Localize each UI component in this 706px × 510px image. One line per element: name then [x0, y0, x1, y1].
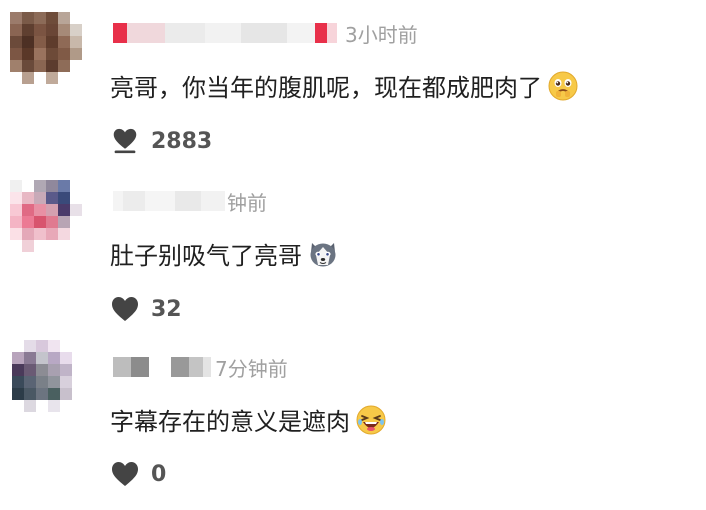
comment-time: 3小时前	[345, 22, 418, 47]
laughing-face-emoji	[356, 405, 386, 434]
comment-header: 钟前	[113, 186, 267, 216]
heart-icon	[112, 297, 138, 321]
like-button[interactable]: 2883	[111, 128, 212, 154]
blurred-username[interactable]	[113, 355, 211, 379]
like-button[interactable]: 0	[111, 461, 166, 487]
comment-text-body: 字幕存在的意义是遮肉	[110, 408, 350, 436]
like-count: 2883	[151, 128, 213, 154]
like-count: 32	[151, 296, 182, 322]
comment-text: 字幕存在的意义是遮肉	[110, 402, 386, 437]
avatar[interactable]	[10, 12, 82, 84]
comment-time: 钟前	[227, 190, 267, 215]
heart-icon	[113, 128, 137, 154]
pleading-face-emoji	[548, 71, 578, 100]
comment-text: 肚子别吸气了亮哥	[110, 236, 338, 271]
comment-header: 7分钟前	[113, 352, 288, 382]
husky-face-emoji	[310, 242, 336, 266]
avatar[interactable]	[10, 180, 82, 252]
comment-time: 7分钟前	[215, 356, 288, 381]
avatar[interactable]	[12, 340, 84, 412]
blurred-username[interactable]	[113, 21, 337, 45]
comment-text: 亮哥，你当年的腹肌呢，现在都成肥肉了	[110, 68, 578, 103]
comment-header: 3小时前	[113, 18, 418, 48]
comment-text-body: 亮哥，你当年的腹肌呢，现在都成肥肉了	[110, 74, 542, 102]
heart-icon	[112, 462, 138, 486]
blurred-username[interactable]	[113, 189, 225, 213]
like-count: 0	[151, 461, 167, 487]
comment-text-body: 肚子别吸气了亮哥	[110, 242, 302, 270]
like-button[interactable]: 32	[111, 296, 182, 322]
